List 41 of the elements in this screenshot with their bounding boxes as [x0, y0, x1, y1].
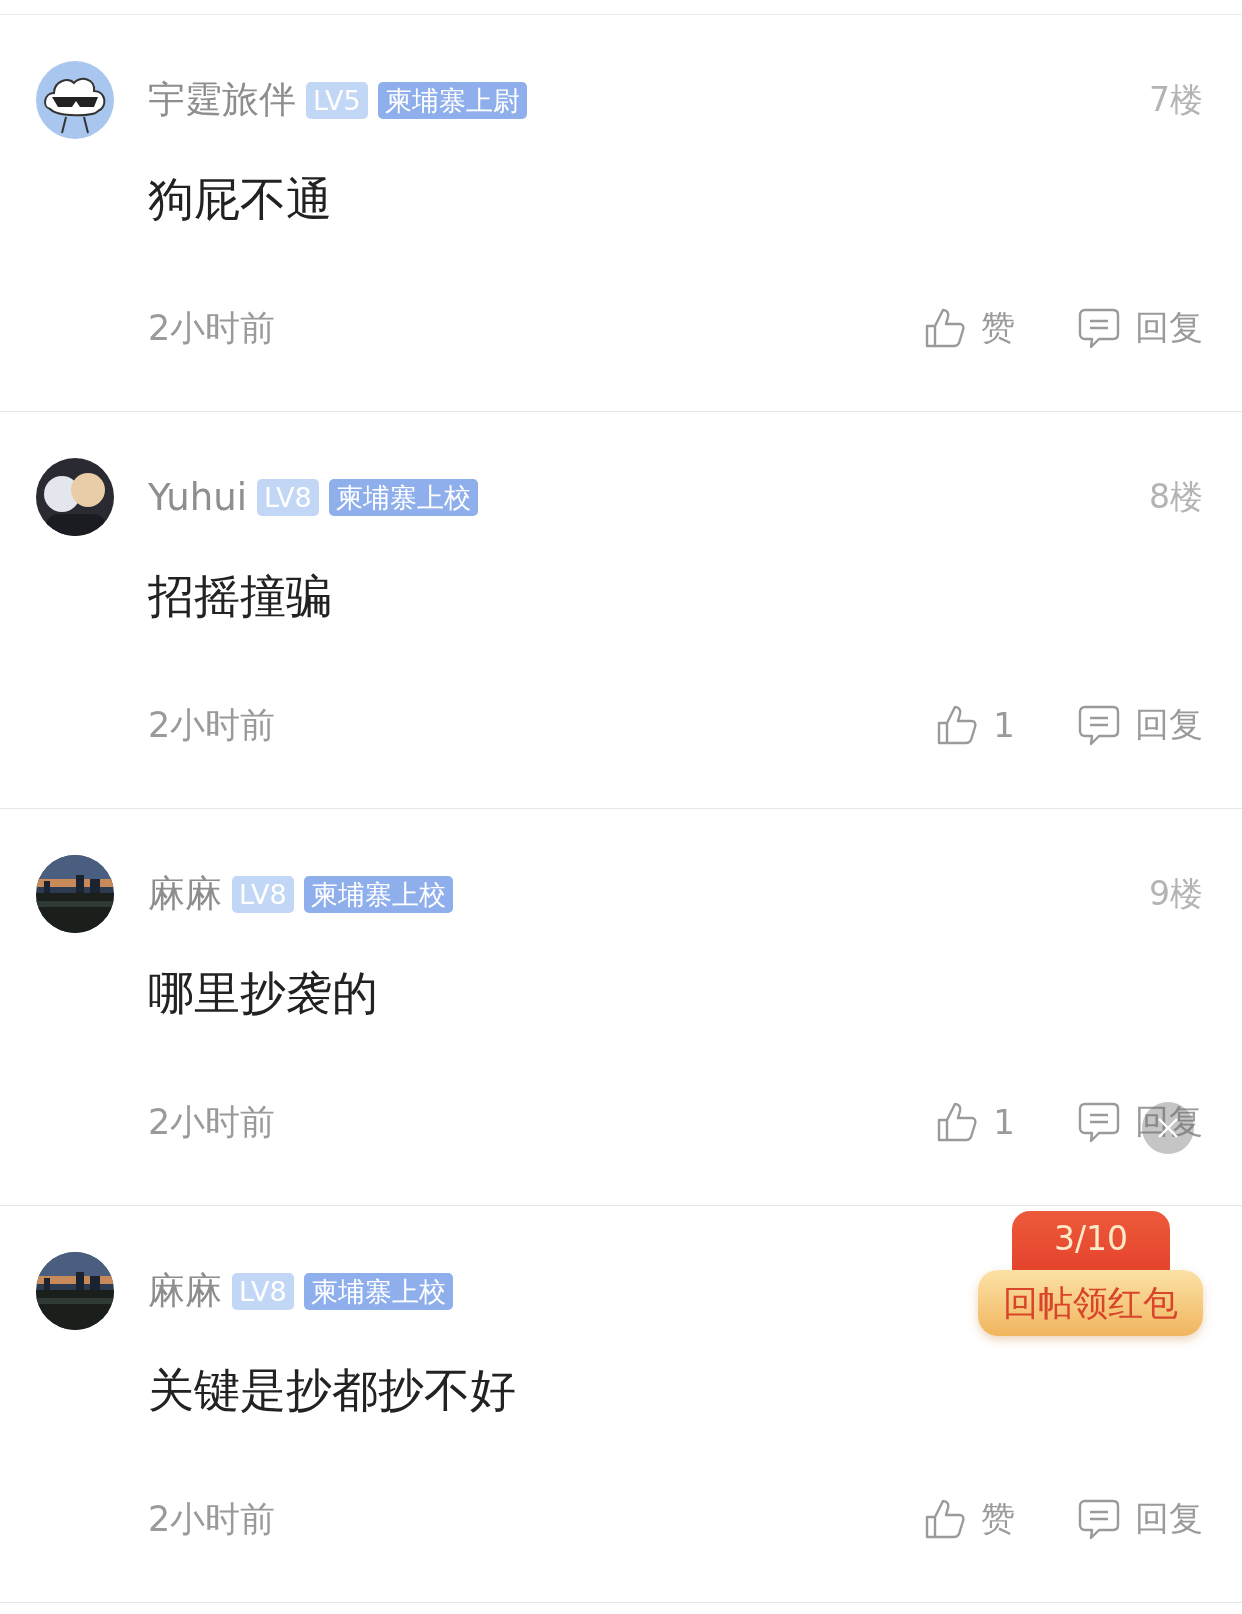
floor-number: 9楼 — [1149, 872, 1203, 915]
thumbs-up-icon — [935, 703, 980, 747]
user-name[interactable]: Yuhui — [148, 475, 247, 519]
comment-icon — [1077, 306, 1121, 350]
level-badge: LV5 — [306, 81, 368, 119]
like-button[interactable]: 1 — [935, 703, 1015, 747]
reply-button[interactable]: 回复 — [1077, 1099, 1203, 1145]
timestamp: 2小时前 — [148, 703, 276, 747]
like-button[interactable]: 赞 — [923, 305, 1015, 351]
level-badge: LV8 — [232, 1272, 294, 1310]
avatar-icon[interactable] — [36, 61, 114, 139]
thumbs-up-icon — [923, 1497, 967, 1541]
thumbs-up-icon — [923, 306, 967, 350]
comment-text: 招摇撞骗 — [148, 568, 333, 625]
comment-text: 狗屁不通 — [148, 171, 333, 228]
comment-icon — [1077, 703, 1121, 747]
comment-text: 关键是抄都抄不好 — [148, 1362, 517, 1419]
timestamp: 2小时前 — [148, 1497, 276, 1541]
comment-text: 哪里抄袭的 — [148, 965, 379, 1022]
comment-icon — [1077, 1100, 1121, 1144]
level-badge: LV8 — [232, 875, 294, 913]
rank-badge: 柬埔寨上校 — [303, 875, 453, 913]
rank-badge: 柬埔寨上尉 — [377, 81, 527, 119]
floor-number: 8楼 — [1149, 475, 1203, 518]
reward-button[interactable]: 回帖领红包 — [978, 1270, 1203, 1336]
like-button[interactable]: 1 — [935, 1100, 1015, 1144]
like-button[interactable]: 赞 — [923, 1496, 1015, 1542]
reply-button[interactable]: 回复 — [1077, 1496, 1203, 1542]
thumbs-up-icon — [935, 1100, 980, 1144]
comment-icon — [1077, 1497, 1121, 1541]
floor-number: 7楼 — [1149, 78, 1203, 121]
level-badge: LV8 — [257, 478, 319, 516]
timestamp: 2小时前 — [148, 1100, 276, 1144]
rank-badge: 柬埔寨上校 — [303, 1272, 453, 1310]
reply-button[interactable]: 回复 — [1077, 702, 1203, 748]
user-name[interactable]: 麻麻 — [148, 1266, 222, 1316]
reply-button[interactable]: 回复 — [1077, 305, 1203, 351]
user-name[interactable]: 麻麻 — [148, 869, 222, 919]
user-name[interactable]: 宇霆旅伴 — [148, 75, 296, 125]
timestamp: 2小时前 — [148, 306, 276, 350]
rank-badge: 柬埔寨上校 — [328, 478, 478, 516]
